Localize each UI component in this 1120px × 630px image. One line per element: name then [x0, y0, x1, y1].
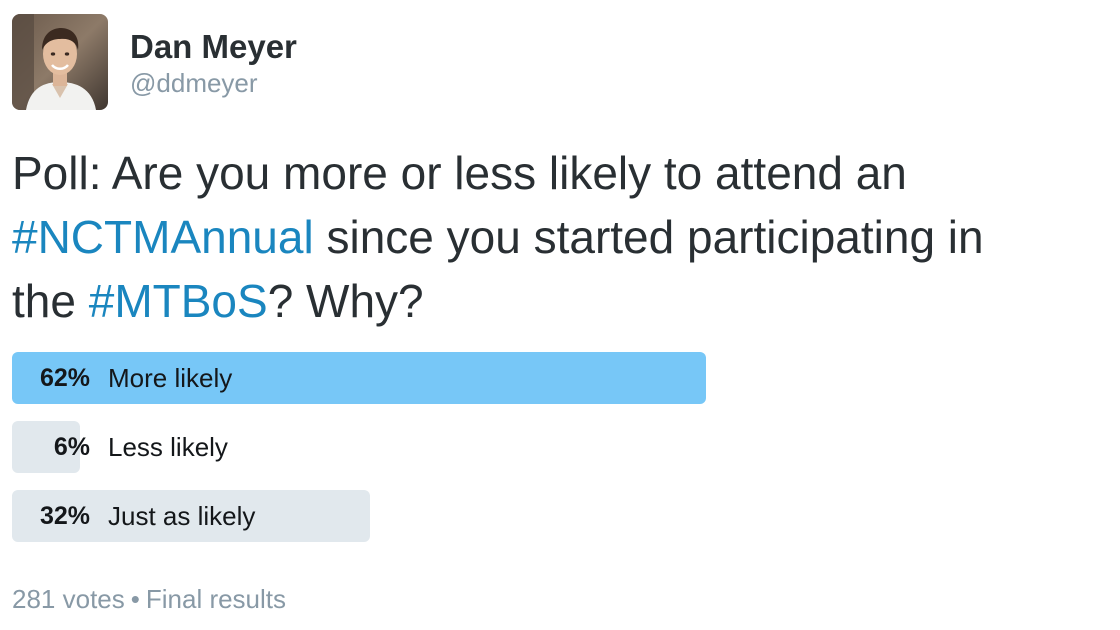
separator-dot: •: [130, 584, 140, 614]
tweet-card: Dan Meyer @ddmeyer Poll: Are you more or…: [0, 0, 1120, 630]
tweet-text-fragment: since you started participating in: [313, 211, 984, 263]
tweet-text: Poll: Are you more or less likely to att…: [12, 141, 1112, 333]
hashtag-mtbos-link[interactable]: #MTBoS: [89, 275, 268, 327]
vote-count: 281 votes: [12, 584, 125, 614]
poll-percent: 62%: [39, 364, 90, 392]
poll-footer: 281 votes • Final results: [12, 582, 286, 616]
avatar[interactable]: [12, 14, 108, 110]
hashtag-nctmannual-link[interactable]: #NCTMAnnual: [12, 211, 314, 263]
avatar-photo-icon: [12, 14, 108, 110]
poll-choice-just-as-likely[interactable]: 32% Just as likely: [12, 490, 1112, 542]
tweet-text-line-2: #NCTMAnnual since you started participat…: [12, 205, 1112, 269]
poll-choice-label: Less likely: [108, 432, 228, 462]
poll-percent: 32%: [39, 502, 90, 530]
tweet-text-fragment: the: [12, 275, 89, 327]
author-info[interactable]: Dan Meyer @ddmeyer: [130, 28, 297, 98]
poll-choice-label: More likely: [108, 363, 233, 393]
poll-choice-label: Just as likely: [108, 501, 256, 531]
poll-percent: 6%: [53, 433, 90, 461]
tweet-text-fragment: ? Why?: [267, 275, 424, 327]
poll-choice-less-likely[interactable]: 6% Less likely: [12, 421, 1112, 473]
tweet-text-line-1: Poll: Are you more or less likely to att…: [12, 147, 907, 199]
author-handle[interactable]: @ddmeyer: [130, 68, 297, 98]
tweet-text-line-3: the #MTBoS? Why?: [12, 269, 1112, 333]
author-name[interactable]: Dan Meyer: [130, 28, 297, 66]
poll-choice-more-likely[interactable]: 62% More likely: [12, 352, 1112, 404]
poll-status: Final results: [145, 584, 287, 614]
